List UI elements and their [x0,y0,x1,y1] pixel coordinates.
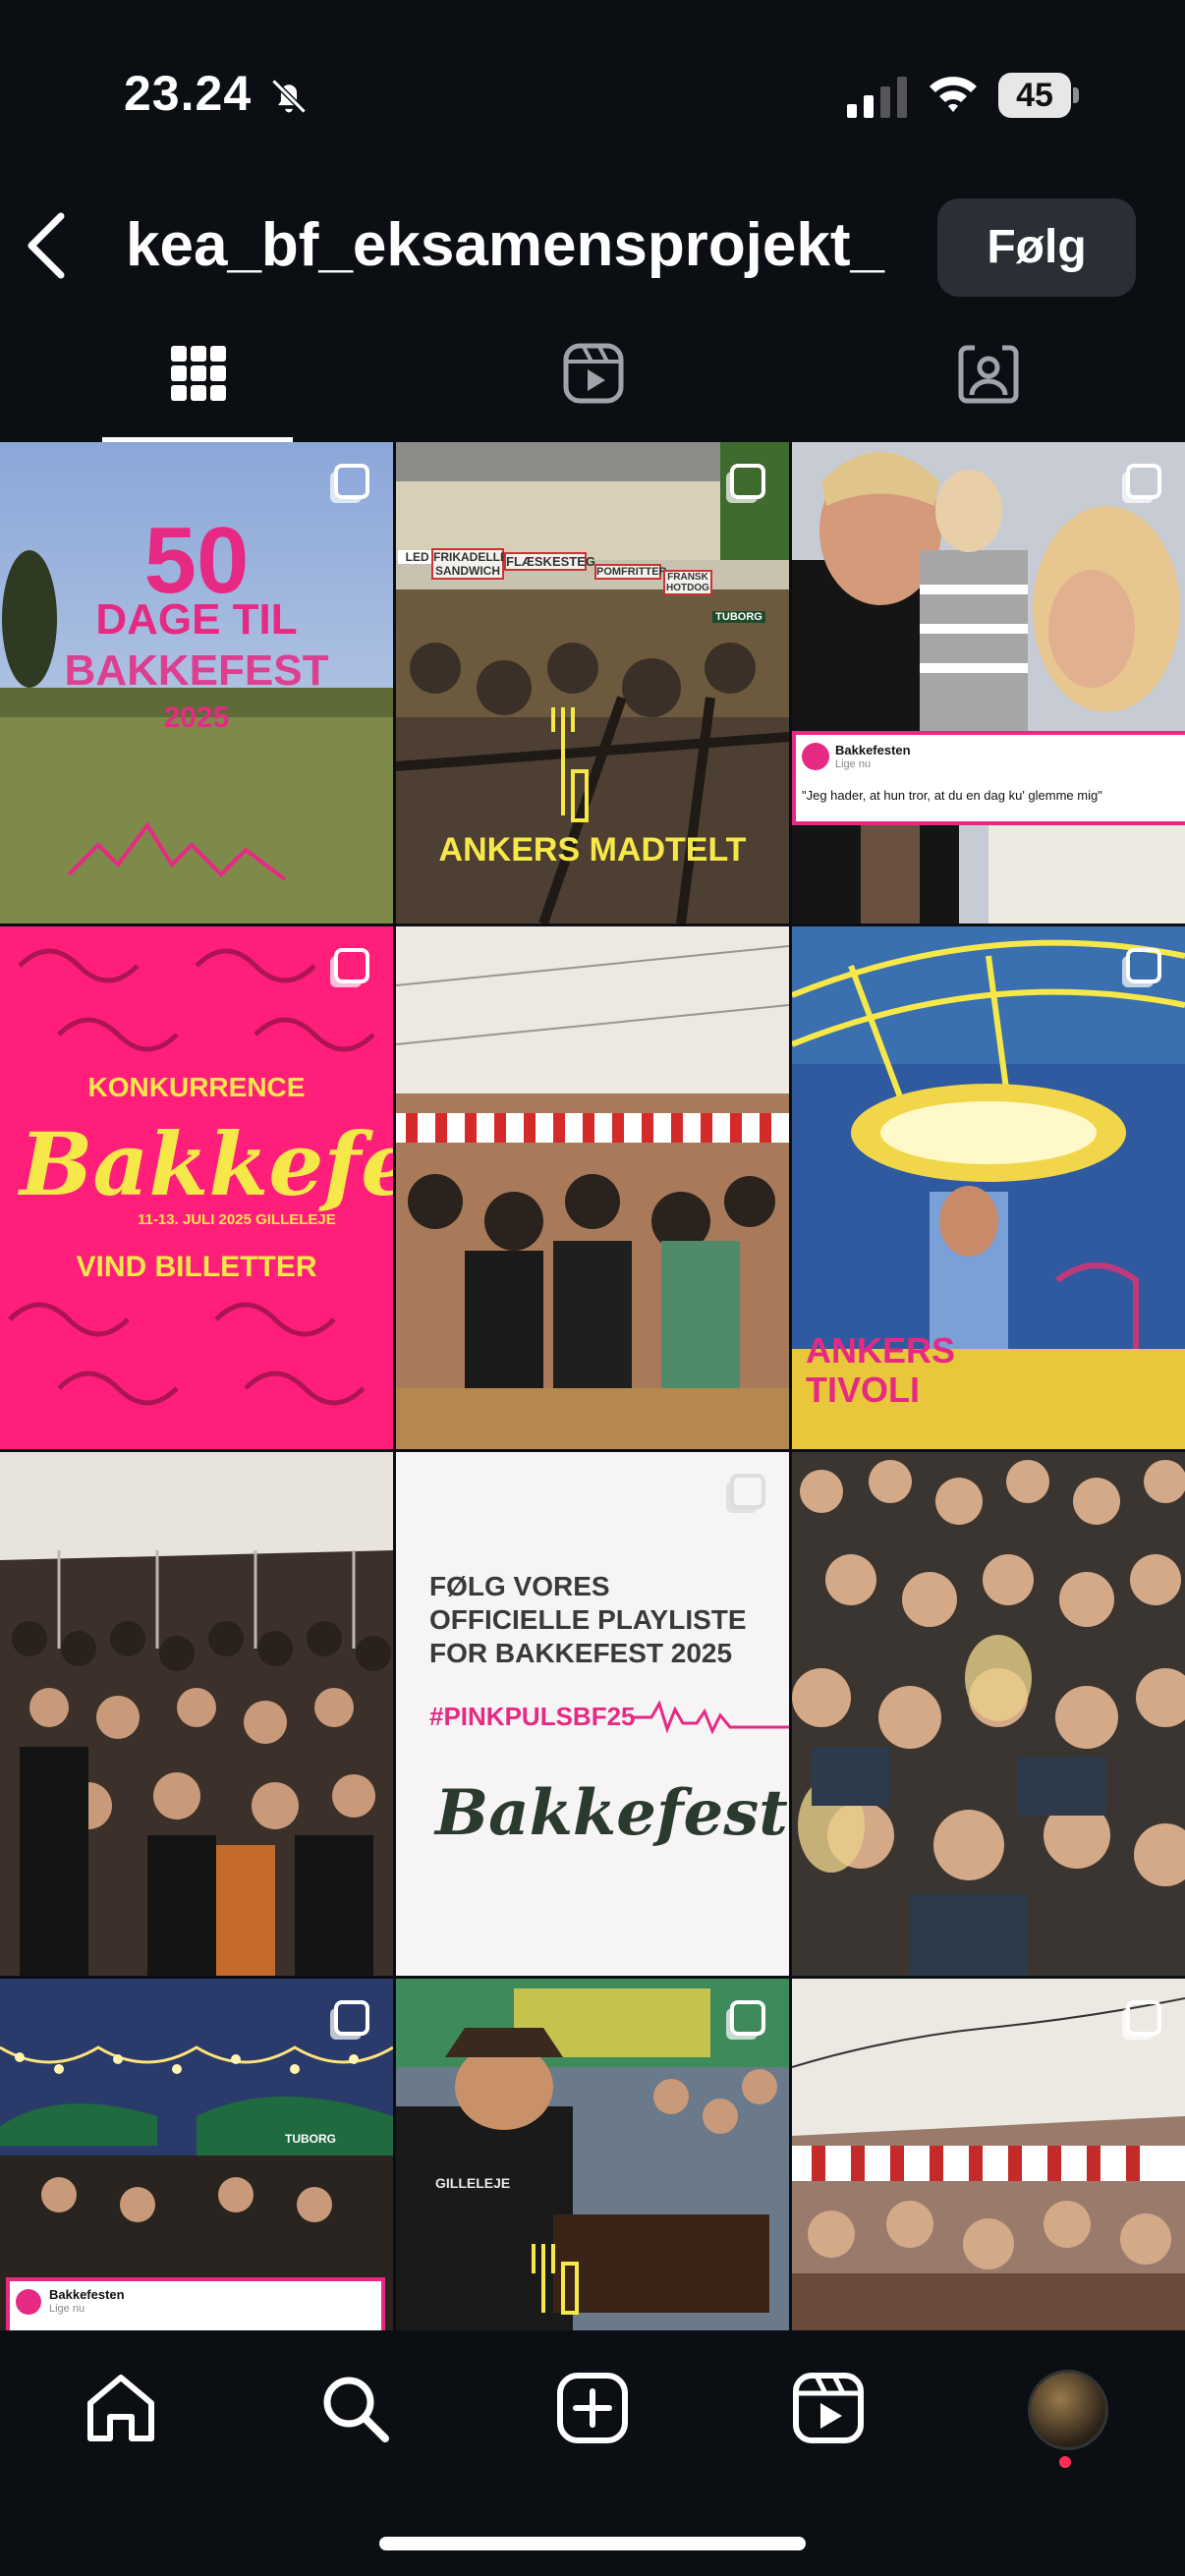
post-caption: TIVOLI [806,1370,920,1410]
page-avatar [802,743,829,770]
stall-sign: POMFRITTER [594,564,667,580]
post-tile-ankers-madtelt[interactable]: LED RK FRIKADELLE SANDWICH FLÆSKESTEG PO… [396,442,789,924]
pulse-line-icon [632,1700,789,1735]
battery-level: 45 [998,73,1071,118]
post-tile-ankers-tivoli[interactable]: ANKERS TIVOLI [792,926,1185,1449]
post-tile-grill[interactable]: GILLELEJE [396,1979,789,2330]
post-tile-bar-night[interactable]: TUBORG Bakkefesten Lige nu [0,1979,393,2330]
stall-sign: TUBORG [712,611,765,623]
create-icon[interactable] [554,2370,631,2446]
stall-sign: FLÆSKESTEG [504,552,596,571]
post-tile-tent-crowd[interactable] [396,926,789,1449]
bakkefest-logo: Bakkefest [435,1776,788,1850]
reels-icon [563,343,624,404]
status-bar: 23.24 45 [0,0,1185,187]
post-title: KONKURRENCE [87,1072,306,1102]
post-tile-festival-crowd[interactable] [792,1452,1185,1976]
post-image [0,1452,393,1976]
stall-sign: FRANSK HOTDOG [663,570,712,595]
tab-reels[interactable] [395,324,790,442]
search-icon[interactable] [316,2370,393,2446]
post-image [792,442,1185,924]
posts-grid: 50 DAGE TIL BAKKEFEST 2025 LED RK FRIKAD… [0,442,1185,2330]
notification-dot [1059,2456,1071,2468]
post-text: FØLG VORES [429,1571,610,1601]
post-headline-text: BAKKEFEST [64,646,329,695]
status-time: 23.24 [124,66,253,121]
post-headline-text: DAGE TIL [95,595,298,644]
post-quote: "Jeg hader, at hun tror, at du en dag ku… [802,788,1102,803]
post-text: FOR BAKKEFEST 2025 [429,1638,733,1668]
home-indicator [379,2537,806,2550]
multi-image-icon [1126,2000,1161,2036]
wifi-icon [930,77,977,112]
post-caption: ANKERS MADTELT [438,831,747,868]
post-caption: ANKERS [806,1330,956,1371]
grid-icon [171,346,226,401]
profile-avatar[interactable] [1028,2370,1108,2450]
follow-button[interactable]: Følg [937,198,1136,297]
post-headline-year: 2025 [163,701,230,734]
tagged-icon [958,345,1019,404]
multi-image-icon [730,464,765,499]
multi-image-icon [1126,464,1161,499]
post-image [396,926,789,1449]
post-tile-tent-party[interactable] [792,1979,1185,2330]
multi-image-icon [334,464,369,499]
event-dates: 11-13. JULI 2025 GILLELEJE [138,1211,336,1228]
cell-signal-icon [847,77,907,118]
tab-tagged[interactable] [790,324,1185,442]
post-tile-playliste[interactable]: FØLG VORES OFFICIELLE PLAYLISTE FOR BAKK… [396,1452,789,1976]
back-arrow-icon[interactable] [22,208,73,283]
post-hashtag: #PINKPULSBF25 [429,1702,636,1731]
reels-icon[interactable] [790,2370,867,2446]
profile-username: kea_bf_eksamensprojekt_ [126,211,885,279]
post-tile-quote[interactable]: Bakkefesten Lige nu "Jeg hader, at hun t… [792,442,1185,924]
page-name: Bakkefesten [835,743,911,757]
multi-image-icon [334,948,369,983]
bakkefest-logo: Bakkefest [20,1113,393,1215]
multi-image-icon [1126,948,1161,983]
post-timestamp: Lige nu [49,2303,85,2315]
facebook-post-card: Bakkefesten Lige nu "Jeg hader, at hun t… [792,731,1185,825]
post-tile-konkurrence[interactable]: KONKURRENCE Bakkefest 11-13. JULI 2025 G… [0,926,393,1449]
tent-sign: TUBORG [285,2132,336,2146]
stall-sign: FRIKADELLE SANDWICH [431,548,508,580]
post-tile-50-dage[interactable]: 50 DAGE TIL BAKKEFEST 2025 [0,442,393,924]
home-icon[interactable] [83,2370,159,2446]
post-cta: VIND BILLETTER [76,1251,317,1283]
facebook-post-card: Bakkefesten Lige nu [6,2277,385,2330]
post-text: OFFICIELLE PLAYLISTE [429,1604,747,1635]
post-tile-crowd-tent[interactable] [0,1452,393,1976]
post-image [792,1452,1185,1976]
bottom-navigation [0,2330,1185,2576]
page-name: Bakkefesten [49,2287,125,2302]
shirt-print: GILLELEJE [435,2175,511,2191]
page-avatar [16,2289,41,2315]
profile-tabs [0,324,1185,442]
post-timestamp: Lige nu [835,758,872,770]
multi-image-icon [730,2000,765,2036]
tab-grid[interactable] [0,324,395,442]
multi-image-icon [730,1474,765,1509]
bell-muted-icon [271,79,307,114]
multi-image-icon [334,2000,369,2036]
battery-indicator: 45 [998,73,1079,118]
